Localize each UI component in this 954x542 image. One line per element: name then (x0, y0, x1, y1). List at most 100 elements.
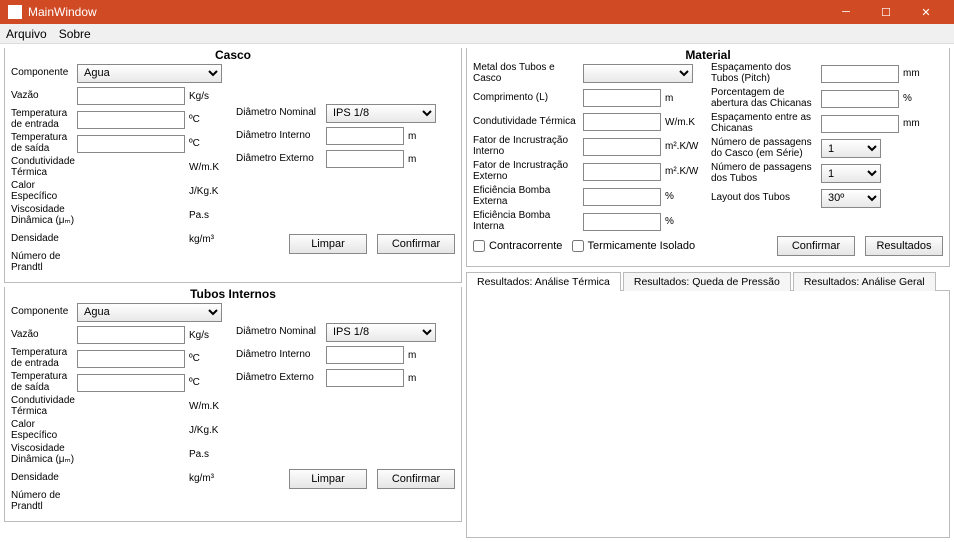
tubos-cond-output (77, 398, 185, 416)
casco-confirmar-button[interactable]: Confirmar (377, 234, 455, 254)
casco-temp-unit2: ºC (189, 138, 229, 149)
group-tubos: Tubos Internos ComponenteAgua VazãoKg/s … (4, 287, 462, 522)
casco-dens-unit: kg/m³ (189, 234, 229, 245)
mat-layout-label: Layout dos Tubos (711, 193, 821, 204)
mat-pitch-label: Espaçamento dos Tubos (Pitch) (711, 63, 821, 84)
menu-arquivo[interactable]: Arquivo (6, 27, 47, 41)
tubos-dnom-select[interactable]: IPS 1/8 (326, 323, 436, 342)
tubos-vazao-label: Vazão (11, 330, 77, 341)
tubos-dext-input[interactable] (326, 369, 404, 387)
casco-dext-input[interactable] (326, 150, 404, 168)
material-title: Material (467, 48, 949, 62)
tubos-limpar-button[interactable]: Limpar (289, 469, 367, 489)
tubos-prandtl-label: Número de Prandtl (11, 491, 77, 512)
mat-cond-input[interactable] (583, 113, 661, 131)
mat-pass-casco-select[interactable]: 1 (821, 139, 881, 158)
mat-resultados-button[interactable]: Resultados (865, 236, 943, 256)
casco-dens-output (77, 230, 185, 248)
tab-analise-termica[interactable]: Resultados: Análise Térmica (466, 272, 621, 291)
group-casco: Casco ComponenteAgua Vazão Kg/s Temperatu… (4, 48, 462, 283)
mat-pct3: % (903, 93, 943, 104)
tab-queda-pressao[interactable]: Resultados: Queda de Pressão (623, 272, 791, 291)
casco-calor-output (77, 183, 185, 201)
maximize-button[interactable]: ☐ (866, 0, 906, 24)
mat-finc-ext-input[interactable] (583, 163, 661, 181)
minimize-button[interactable]: ─ (826, 0, 866, 24)
mat-finc-int-label: Fator de Incrustração Interno (473, 136, 583, 157)
casco-limpar-button[interactable]: Limpar (289, 234, 367, 254)
mat-term-checkbox[interactable]: Termicamente Isolado (572, 240, 696, 252)
casco-dnom-label: Diâmetro Nominal (236, 108, 326, 119)
tubos-dint-input[interactable] (326, 346, 404, 364)
casco-dint-input[interactable] (326, 127, 404, 145)
casco-calor-unit: J/Kg.K (189, 186, 229, 197)
casco-vazao-unit: Kg/s (189, 91, 229, 102)
tubos-vazao-unit: Kg/s (189, 330, 229, 341)
mat-metal-label: Metal dos Tubos e Casco (473, 63, 583, 84)
mat-abert-input[interactable] (821, 90, 899, 108)
mat-comp-unit: m (665, 93, 705, 104)
casco-title: Casco (5, 48, 461, 62)
casco-prandtl-label: Número de Prandtl (11, 252, 77, 273)
mat-efi-int-label: Eficiência Bomba Interna (473, 211, 583, 232)
menu-sobre[interactable]: Sobre (59, 27, 91, 41)
mat-finc-int-input[interactable] (583, 138, 661, 156)
tab-analise-geral[interactable]: Resultados: Análise Geral (793, 272, 936, 291)
mat-mm2: mm (903, 118, 943, 129)
casco-temp-in-input[interactable] (77, 111, 185, 129)
tubos-componente-select[interactable]: Agua (77, 303, 222, 322)
mat-finc-unit2: m².K/W (665, 166, 705, 177)
mat-comp-label: Comprimento (L) (473, 93, 583, 104)
tubos-vazao-input[interactable] (77, 326, 185, 344)
casco-temp-out-label: Temperatura de saída (11, 133, 77, 154)
mat-contra-checkbox[interactable]: Contracorrente (473, 240, 562, 252)
mat-efi-int-input[interactable] (583, 213, 661, 231)
tubos-temp-in-input[interactable] (77, 350, 185, 368)
mat-confirmar-button[interactable]: Confirmar (777, 236, 855, 256)
mat-cond-label: Condutividade Térmica (473, 117, 583, 128)
casco-dnom-select[interactable]: IPS 1/8 (326, 104, 436, 123)
tubos-temp-out-input[interactable] (77, 374, 185, 392)
mat-metal-select[interactable] (583, 64, 693, 83)
tubos-componente-label: Componente (11, 307, 77, 318)
tubos-cond-label: Condutividade Térmica (11, 396, 77, 417)
mat-efi-ext-input[interactable] (583, 188, 661, 206)
mat-chic-input[interactable] (821, 115, 899, 133)
tubos-confirmar-button[interactable]: Confirmar (377, 469, 455, 489)
casco-cond-label: Condutividade Térmica (11, 157, 77, 178)
casco-temp-out-input[interactable] (77, 135, 185, 153)
mat-layout-select[interactable]: 30º (821, 189, 881, 208)
casco-visc-output (77, 207, 185, 225)
mat-finc-unit: m².K/W (665, 141, 705, 152)
results-content (466, 291, 950, 538)
close-button[interactable]: ✕ (906, 0, 946, 24)
tubos-calor-unit: J/Kg.K (189, 425, 229, 436)
mat-comp-input[interactable] (583, 89, 661, 107)
tubos-temp-unit2: ºC (189, 377, 229, 388)
casco-temp-in-label: Temperatura de entrada (11, 109, 77, 130)
mat-cond-unit: W/m.K (665, 117, 705, 128)
casco-dext-label: Diâmetro Externo (236, 154, 326, 165)
tubos-calor-label: Calor Específico (11, 420, 77, 441)
results-tabbar: Resultados: Análise Térmica Resultados: … (466, 271, 950, 291)
tubos-dext-unit: m (408, 373, 448, 384)
tubos-dens-output (77, 469, 185, 487)
casco-temp-unit: ºC (189, 114, 229, 125)
mat-pass-casco-label: Número de passagens do Casco (em Série) (711, 138, 821, 159)
tubos-visc-output (77, 446, 185, 464)
app-icon (8, 5, 22, 19)
titlebar: MainWindow ─ ☐ ✕ (0, 0, 954, 24)
tubos-dint-label: Diâmetro Interno (236, 350, 326, 361)
mat-mm: mm (903, 68, 943, 79)
casco-componente-select[interactable]: Agua (77, 64, 222, 83)
window-title: MainWindow (28, 5, 826, 19)
casco-vazao-label: Vazão (11, 91, 77, 102)
tubos-dens-label: Densidade (11, 473, 77, 484)
casco-visc-unit: Pa.s (189, 210, 229, 221)
mat-pass-tubos-select[interactable]: 1 (821, 164, 881, 183)
mat-pitch-input[interactable] (821, 65, 899, 83)
casco-componente-label: Componente (11, 68, 77, 79)
casco-vazao-input[interactable] (77, 87, 185, 105)
mat-abert-label: Porcentagem de abertura das Chicanas (711, 88, 821, 109)
tubos-dens-unit: kg/m³ (189, 473, 229, 484)
